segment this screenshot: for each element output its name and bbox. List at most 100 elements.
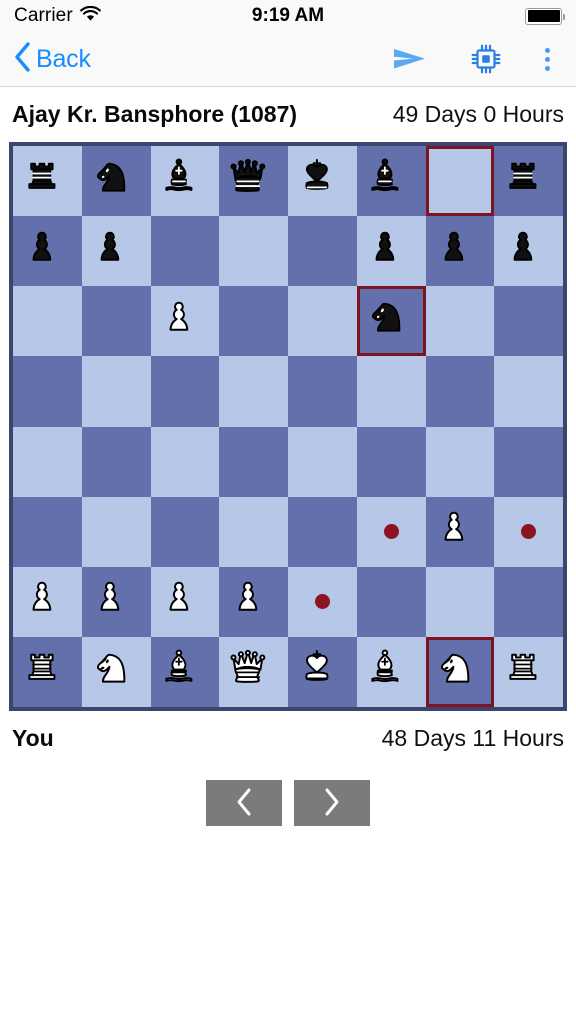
board-square-f8[interactable]	[356, 146, 426, 217]
board-square-f7[interactable]	[356, 216, 426, 287]
previous-move-button[interactable]	[206, 780, 282, 826]
board-square-g2[interactable]	[425, 566, 495, 637]
white-pawn-icon	[158, 294, 212, 349]
board-square-c4[interactable]	[150, 426, 220, 497]
chevron-left-icon	[14, 41, 31, 77]
board-square-a6[interactable]	[13, 286, 82, 357]
board-square-f6[interactable]	[356, 286, 426, 357]
status-right	[525, 7, 565, 25]
move-navigation-controls	[0, 780, 576, 826]
you-row: You 48 Days 11 Hours	[0, 711, 576, 766]
white-bishop-icon	[364, 645, 418, 700]
board-square-d2[interactable]	[219, 566, 288, 637]
black-pawn-icon	[21, 224, 75, 279]
black-queen-icon	[227, 154, 281, 209]
next-move-button[interactable]	[294, 780, 370, 826]
board-square-a2[interactable]	[13, 566, 82, 637]
black-pawn-icon	[502, 224, 556, 279]
opponent-row: Ajay Kr. Bansphore (1087) 49 Days 0 Hour…	[0, 87, 576, 142]
chessboard[interactable]	[9, 142, 567, 711]
board-square-e1[interactable]	[288, 636, 357, 707]
white-rook-icon	[502, 645, 556, 700]
board-square-f1[interactable]	[356, 636, 426, 707]
white-pawn-icon	[21, 574, 75, 629]
white-knight-icon	[89, 645, 143, 700]
board-square-b6[interactable]	[81, 286, 151, 357]
more-vertical-icon[interactable]	[545, 47, 550, 71]
opponent-name: Ajay Kr. Bansphore (1087)	[12, 101, 298, 127]
board-square-e3[interactable]	[288, 496, 357, 567]
white-pawn-icon	[158, 574, 212, 629]
black-pawn-icon	[433, 224, 487, 279]
board-square-d6[interactable]	[219, 286, 288, 357]
board-square-d5[interactable]	[219, 356, 288, 427]
board-square-g3[interactable]	[425, 496, 495, 567]
board-square-g7[interactable]	[425, 216, 495, 287]
black-pawn-icon	[89, 224, 143, 279]
white-knight-icon	[433, 645, 487, 700]
board-square-g1[interactable]	[425, 636, 495, 708]
board-square-f2[interactable]	[356, 566, 426, 637]
board-square-h3[interactable]	[494, 496, 563, 567]
board-square-g5[interactable]	[425, 356, 495, 427]
board-square-c3[interactable]	[150, 496, 220, 567]
white-rook-icon	[21, 645, 75, 700]
board-square-c6[interactable]	[150, 286, 220, 357]
board-square-d1[interactable]	[219, 636, 288, 707]
board-square-b1[interactable]	[81, 636, 151, 707]
black-pawn-icon	[364, 224, 418, 279]
cpu-chip-icon[interactable]	[471, 44, 501, 74]
board-square-e6[interactable]	[288, 286, 357, 357]
board-square-c2[interactable]	[150, 566, 220, 637]
board-square-a4[interactable]	[13, 426, 82, 497]
nav-bar: Back	[0, 32, 576, 87]
board-square-f3[interactable]	[356, 496, 426, 567]
board-square-g4[interactable]	[425, 426, 495, 497]
white-pawn-icon	[433, 504, 487, 559]
board-square-b2[interactable]	[81, 566, 151, 637]
legal-move-dot	[383, 524, 399, 540]
white-queen-icon	[227, 645, 281, 700]
board-square-h8[interactable]	[494, 146, 563, 217]
board-square-a8[interactable]	[13, 146, 82, 217]
board-square-a3[interactable]	[13, 496, 82, 567]
board-square-h7[interactable]	[494, 216, 563, 287]
board-square-b5[interactable]	[81, 356, 151, 427]
black-knight-icon	[89, 154, 143, 209]
board-square-c7[interactable]	[150, 216, 220, 287]
board-square-g8[interactable]	[425, 146, 495, 217]
board-square-a7[interactable]	[13, 216, 82, 287]
board-square-b8[interactable]	[81, 146, 151, 217]
board-square-e5[interactable]	[288, 356, 357, 427]
board-square-d7[interactable]	[219, 216, 288, 287]
board-square-f4[interactable]	[356, 426, 426, 497]
board-square-h2[interactable]	[494, 566, 563, 637]
board-square-b4[interactable]	[81, 426, 151, 497]
legal-move-dot	[521, 524, 537, 540]
board-square-d3[interactable]	[219, 496, 288, 567]
board-square-e2[interactable]	[288, 566, 357, 637]
board-square-a1[interactable]	[13, 636, 82, 707]
send-arrow-icon[interactable]	[393, 46, 427, 72]
board-square-e7[interactable]	[288, 216, 357, 287]
board-square-c5[interactable]	[150, 356, 220, 427]
board-square-d8[interactable]	[219, 146, 288, 217]
board-square-c8[interactable]	[150, 146, 220, 217]
board-square-a5[interactable]	[13, 356, 82, 427]
status-bar: Carrier 9:19 AM	[0, 0, 576, 32]
board-square-h1[interactable]	[494, 636, 563, 707]
white-bishop-icon	[158, 645, 212, 700]
board-square-b3[interactable]	[81, 496, 151, 567]
board-square-e8[interactable]	[288, 146, 357, 217]
board-square-h6[interactable]	[494, 286, 563, 357]
back-button[interactable]: Back	[14, 41, 91, 77]
board-square-b7[interactable]	[81, 216, 151, 287]
board-square-e4[interactable]	[288, 426, 357, 497]
board-square-h5[interactable]	[494, 356, 563, 427]
wifi-icon	[79, 5, 101, 27]
board-square-h4[interactable]	[494, 426, 563, 497]
board-square-c1[interactable]	[150, 636, 220, 707]
board-square-f5[interactable]	[356, 356, 426, 427]
board-square-d4[interactable]	[219, 426, 288, 497]
board-square-g6[interactable]	[425, 286, 495, 357]
